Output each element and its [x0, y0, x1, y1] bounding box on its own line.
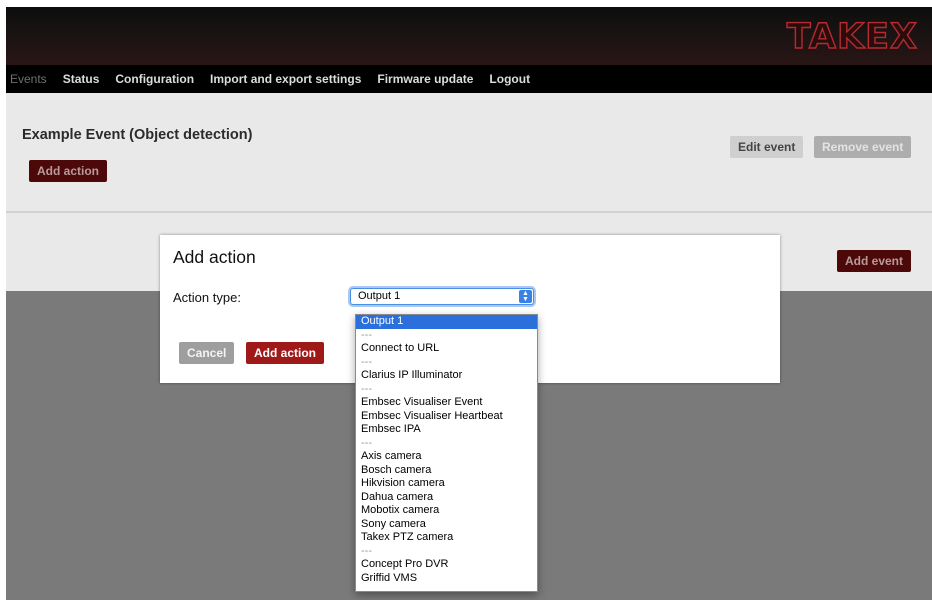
option-embsec-ipa[interactable]: Embsec IPA — [356, 423, 537, 437]
nav-logout[interactable]: Logout — [489, 72, 530, 86]
nav-firmware-update[interactable]: Firmware update — [377, 72, 473, 86]
option-separator: --- — [361, 328, 372, 341]
action-type-label: Action type: — [173, 290, 241, 305]
option-sony-camera[interactable]: Sony camera — [356, 518, 537, 532]
app-frame: TAKEX Events Status Configuration Import… — [6, 7, 932, 600]
option-mobotix-camera[interactable]: Mobotix camera — [356, 504, 537, 518]
option-separator: --- — [361, 355, 372, 368]
dialog-title: Add action — [173, 247, 256, 267]
add-action-submit-button[interactable]: Add action — [246, 342, 324, 364]
nav-import-export[interactable]: Import and export settings — [210, 72, 361, 86]
option-hikvision-camera[interactable]: Hikvision camera — [356, 477, 537, 491]
header-bar: TAKEX — [6, 7, 932, 65]
event-title: Example Event (Object detection) — [22, 127, 253, 143]
add-action-button-background[interactable]: Add action — [29, 160, 107, 182]
add-event-button[interactable]: Add event — [837, 250, 912, 272]
option-separator: --- — [361, 544, 372, 557]
edit-event-button[interactable]: Edit event — [730, 136, 804, 158]
selected-value: Output 1 — [358, 290, 401, 302]
option-embsec-visualiser-heartbeat[interactable]: Embsec Visualiser Heartbeat — [356, 410, 537, 424]
option-output-1[interactable]: Output 1 — [356, 315, 537, 329]
nav-status[interactable]: Status — [63, 72, 100, 86]
option-separator: --- — [361, 436, 372, 449]
cancel-button[interactable]: Cancel — [179, 342, 235, 364]
main-nav: Events Status Configuration Import and e… — [6, 65, 932, 93]
nav-configuration[interactable]: Configuration — [115, 72, 194, 86]
option-axis-camera[interactable]: Axis camera — [356, 450, 537, 464]
up-down-chevron-icon: ▲ ▼ — [519, 290, 532, 303]
option-separator: --- — [361, 382, 372, 395]
action-type-dropdown: Output 1 --- Connect to URL --- Clarius … — [355, 314, 538, 592]
option-embsec-visualiser-event[interactable]: Embsec Visualiser Event — [356, 396, 537, 410]
option-takex-ptz-camera[interactable]: Takex PTZ camera — [356, 531, 537, 545]
takex-logo: TAKEX — [786, 16, 918, 57]
option-griffid-vms[interactable]: Griffid VMS — [356, 572, 537, 586]
event-panel: Example Event (Object detection) Add act… — [6, 93, 932, 211]
option-connect-to-url[interactable]: Connect to URL — [356, 342, 537, 356]
remove-event-button[interactable]: Remove event — [814, 136, 912, 158]
option-clarius-ip-illuminator[interactable]: Clarius IP Illuminator — [356, 369, 537, 383]
nav-events[interactable]: Events — [10, 72, 47, 86]
option-concept-pro-dvr[interactable]: Concept Pro DVR — [356, 558, 537, 572]
action-type-select[interactable]: Output 1 ▲ ▼ — [350, 288, 534, 305]
option-bosch-camera[interactable]: Bosch camera — [356, 464, 537, 478]
option-dahua-camera[interactable]: Dahua camera — [356, 491, 537, 505]
